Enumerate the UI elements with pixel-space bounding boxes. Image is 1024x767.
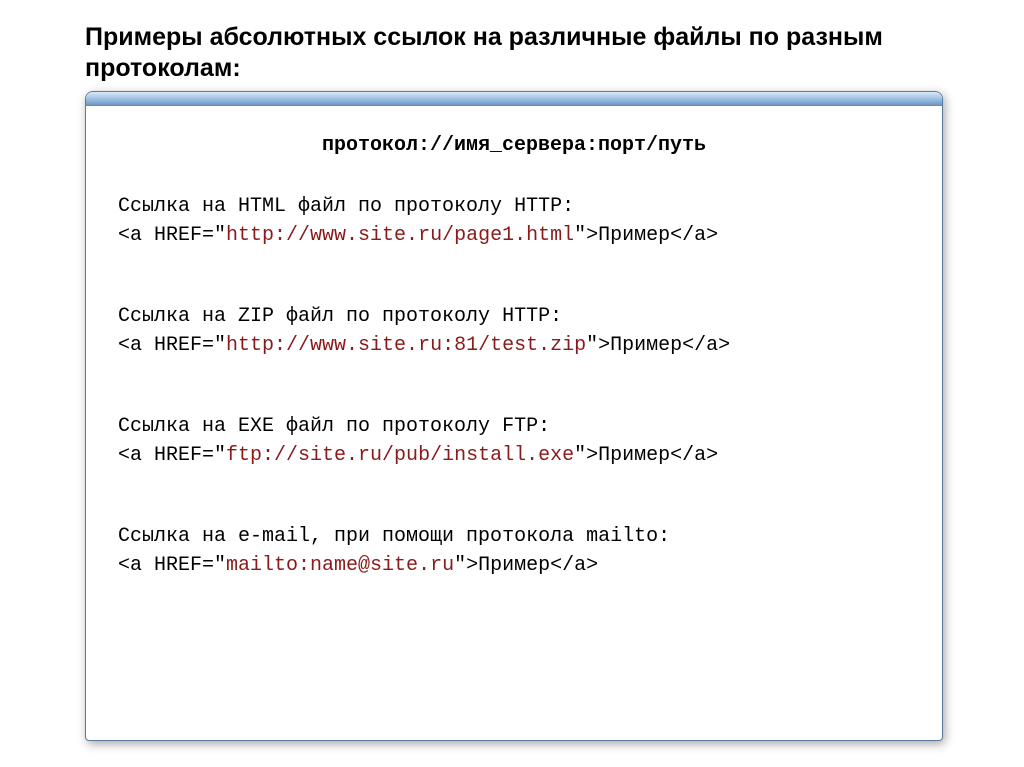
code-url: http://www.site.ru/page1.html	[226, 224, 574, 247]
page-title: Примеры абсолютных ссылок на различные ф…	[85, 22, 964, 85]
window-titlebar	[86, 92, 942, 106]
code-url: http://www.site.ru:81/test.zip	[226, 334, 586, 357]
example-desc: Ссылка на ZIP файл по протоколу HTTP:	[118, 303, 910, 330]
code-tag-close: ">Пример</a>	[454, 554, 598, 577]
example-code: <a HREF="ftp://site.ru/pub/install.exe">…	[118, 442, 910, 469]
code-url: mailto:name@site.ru	[226, 554, 454, 577]
code-tag-close: ">Пример</a>	[586, 334, 730, 357]
example-block: Ссылка на EXE файл по протоколу FTP: <a …	[118, 413, 910, 469]
url-template: протокол://имя_сервера:порт/путь	[118, 132, 910, 159]
window-content: протокол://имя_сервера:порт/путь Ссылка …	[86, 106, 942, 599]
example-code: <a HREF="http://www.site.ru:81/test.zip"…	[118, 332, 910, 359]
example-block: Ссылка на e-mail, при помощи протокола m…	[118, 523, 910, 579]
code-tag-open: <a HREF="	[118, 334, 226, 357]
example-code: <a HREF="mailto:name@site.ru">Пример</a>	[118, 552, 910, 579]
example-window: протокол://имя_сервера:порт/путь Ссылка …	[85, 91, 943, 741]
example-block: Ссылка на ZIP файл по протоколу HTTP: <a…	[118, 303, 910, 359]
code-tag-close: ">Пример</a>	[574, 224, 718, 247]
code-url: ftp://site.ru/pub/install.exe	[226, 444, 574, 467]
code-tag-close: ">Пример</a>	[574, 444, 718, 467]
example-desc: Ссылка на EXE файл по протоколу FTP:	[118, 413, 910, 440]
code-tag-open: <a HREF="	[118, 444, 226, 467]
example-block: Ссылка на HTML файл по протоколу HTTP: <…	[118, 193, 910, 249]
example-desc: Ссылка на HTML файл по протоколу HTTP:	[118, 193, 910, 220]
code-tag-open: <a HREF="	[118, 554, 226, 577]
example-desc: Ссылка на e-mail, при помощи протокола m…	[118, 523, 910, 550]
code-tag-open: <a HREF="	[118, 224, 226, 247]
example-code: <a HREF="http://www.site.ru/page1.html">…	[118, 222, 910, 249]
